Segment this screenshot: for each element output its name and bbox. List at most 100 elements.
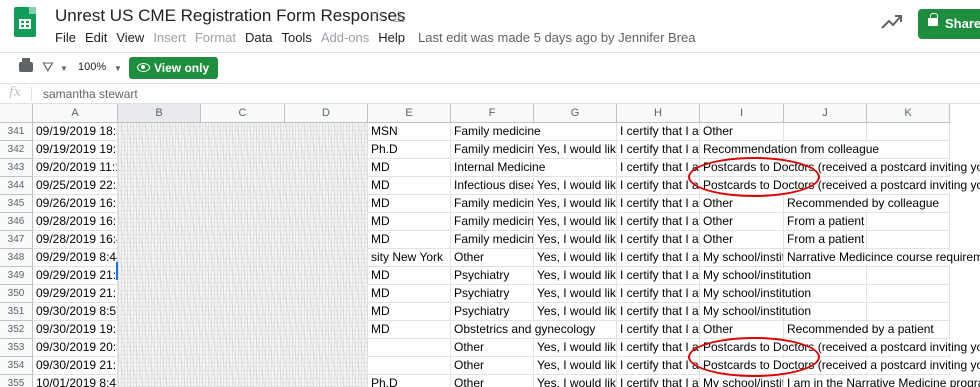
row-header[interactable]: 345 [0,195,33,213]
column-header-j[interactable]: J [784,104,867,123]
table-cell[interactable]: 09/28/2019 16:46 [33,231,118,249]
table-cell[interactable]: Other [700,123,784,141]
table-cell[interactable]: I certify that I am [617,213,700,231]
table-cell[interactable]: 09/29/2019 21:02 [33,267,118,285]
spreadsheet-grid[interactable]: ABCDEFGHIJK 34109/19/2019 18:36 MSN Family … [0,104,980,387]
column-header-a[interactable]: A [33,104,118,123]
table-cell[interactable]: MD [368,213,451,231]
table-cell[interactable]: Narrative Medicince course requirement [784,249,980,267]
table-cell[interactable]: Other [451,249,534,267]
view-only-button[interactable]: View only ▼ [129,57,224,79]
table-cell[interactable]: Other [700,195,784,213]
table-cell[interactable]: Yes, I would like t [534,375,617,387]
table-cell[interactable]: Yes, I would like t [534,249,617,267]
table-cell[interactable]: I certify that I am [617,141,700,159]
table-cell[interactable]: Family medicine [451,213,534,231]
table-cell[interactable]: 09/20/2019 11:13 [33,159,118,177]
table-cell[interactable]: Obstetrics and gynecology [451,321,598,339]
table-cell[interactable]: Recommended by a patient [784,321,936,339]
menu-item-insert[interactable]: Insert [153,30,186,45]
table-cell[interactable]: Yes, I would like t [534,357,617,375]
column-header-c[interactable]: C [201,104,285,123]
table-cell[interactable]: From a patient [784,231,867,249]
table-cell[interactable]: I certify that I am [617,303,700,321]
table-cell[interactable]: My school/institut [700,249,784,267]
row-header[interactable]: 341 [0,123,33,141]
menu-item-file[interactable]: File [55,30,76,45]
row-header[interactable]: 351 [0,303,33,321]
table-cell[interactable]: Other [451,375,534,387]
column-header-i[interactable]: I [700,104,784,123]
table-cell[interactable]: Psychiatry [451,285,534,303]
table-cell[interactable]: My school/institut [700,375,784,387]
table-cell[interactable] [867,285,950,303]
table-cell[interactable]: 09/29/2019 8:44: [33,249,118,267]
table-cell[interactable]: I am in the Narrative Medicine program w [784,375,980,387]
table-cell[interactable]: Other [451,339,534,357]
table-cell[interactable]: I certify that I am [617,249,700,267]
table-cell[interactable]: 09/30/2019 8:57: [33,303,118,321]
row-header[interactable]: 344 [0,177,33,195]
table-cell[interactable]: Family medicine [451,231,534,249]
table-cell[interactable]: MD [368,321,451,339]
column-header-d[interactable]: D [285,104,368,123]
table-cell[interactable]: Internal Medicine [451,159,548,177]
table-cell[interactable]: I certify that I am [617,231,700,249]
table-cell[interactable]: Yes, I would like t [534,303,617,321]
table-cell[interactable]: MD [368,303,451,321]
column-header-h[interactable]: H [617,104,700,123]
table-cell[interactable]: MD [368,177,451,195]
table-cell[interactable]: I certify that I am [617,177,700,195]
table-cell[interactable]: MD [368,267,451,285]
sheets-logo-icon[interactable] [14,7,36,37]
menu-item-add-ons[interactable]: Add-ons [321,30,369,45]
row-header[interactable]: 342 [0,141,33,159]
share-button[interactable]: Share [918,9,980,39]
table-cell[interactable]: My school/institution [700,285,814,303]
table-cell[interactable] [534,123,617,141]
table-cell[interactable]: MD [368,285,451,303]
drive-icon[interactable]: ◬ [393,6,405,24]
filter-dropdown-chevron-icon[interactable]: ▼ [60,64,68,73]
table-cell[interactable]: 09/30/2019 19:16 [33,321,118,339]
table-cell[interactable]: Other [700,231,784,249]
table-cell[interactable]: Yes, I would like t [534,267,617,285]
row-header[interactable]: 343 [0,159,33,177]
table-cell[interactable]: 09/28/2019 16:18 [33,213,118,231]
table-cell[interactable]: My school/institution [700,303,814,321]
last-edit-status[interactable]: Last edit was made 5 days ago by Jennife… [418,30,696,45]
table-cell[interactable]: Recommended by colleague [784,195,942,213]
table-cell[interactable]: MSN [368,123,451,141]
menu-item-format[interactable]: Format [195,30,236,45]
formula-input[interactable]: samantha stewart [43,87,138,101]
menu-item-edit[interactable]: Edit [85,30,107,45]
star-icon[interactable]: ☆ [370,6,385,26]
table-cell[interactable]: MD [368,159,451,177]
row-header[interactable]: 349 [0,267,33,285]
table-cell[interactable]: Other [700,213,784,231]
table-cell[interactable]: 10/01/2019 8:43: [33,375,118,387]
menu-item-view[interactable]: View [116,30,144,45]
table-cell[interactable]: Yes, I would like t [534,141,617,159]
table-cell[interactable]: 09/19/2019 19:32 [33,141,118,159]
row-header[interactable]: 352 [0,321,33,339]
select-all-corner[interactable] [0,104,33,123]
table-cell[interactable]: I certify that I am [617,357,700,375]
table-cell[interactable] [368,339,451,357]
table-cell[interactable]: Yes, I would like t [534,285,617,303]
table-cell[interactable]: Yes, I would like t [534,231,617,249]
table-cell[interactable]: I certify that I am [617,123,700,141]
table-cell[interactable]: Family medicine [451,123,543,141]
table-cell[interactable]: 09/29/2019 21:17 [33,285,118,303]
table-cell[interactable] [867,123,950,141]
table-cell[interactable]: I certify that I am [617,321,700,339]
table-cell[interactable] [867,213,950,231]
row-header[interactable]: 346 [0,213,33,231]
table-cell[interactable]: Family medicine [451,195,534,213]
column-header-e[interactable]: E [368,104,451,123]
table-cell[interactable]: Other [451,357,534,375]
row-header[interactable]: 348 [0,249,33,267]
document-title[interactable]: Unrest US CME Registration Form Response… [55,6,406,26]
activity-trend-icon[interactable] [880,12,904,32]
table-cell[interactable] [867,231,950,249]
